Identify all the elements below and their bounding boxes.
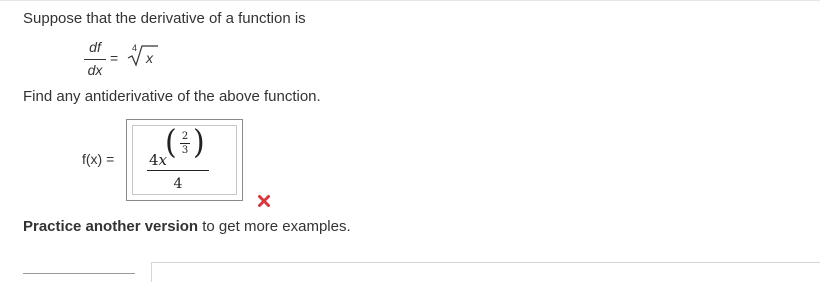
function-name: f(x) [82,151,103,167]
equals-sign: = [110,50,119,66]
exponent-numerator: 2 [181,131,189,142]
answer-fraction-bar [147,170,209,171]
exponent-fraction-bar [180,143,190,144]
radical-argument: x [146,50,153,66]
bottom-button-edge [23,273,135,274]
top-divider [0,0,820,1]
bottom-panel-edge [151,262,820,282]
fraction-bar [84,59,106,60]
answer-label: f(x) = [82,151,114,167]
radical-index: 4 [132,43,138,53]
practice-suffix-text: to get more examples. [198,218,351,235]
incorrect-x-icon [258,195,270,207]
exponent-left-paren: ( [165,123,177,162]
practice-line: Practice another version to get more exa… [23,218,351,236]
exponent-right-paren: ) [193,123,205,162]
derivative-denominator: dx [87,62,103,78]
derivative-numerator: df [89,39,101,55]
answer-coefficient: 4 [149,151,159,169]
answer-math-field[interactable]: 4x ( 2 3 ) 4 [132,125,237,195]
practice-another-version-link[interactable]: Practice another version [23,218,198,235]
radical-sign-icon [127,45,158,67]
answer-input-box[interactable]: 4x ( 2 3 ) 4 [126,119,243,201]
answer-equals-sign: = [106,151,115,167]
exponent-denominator: 3 [181,145,189,156]
answer-denominator: 4 [173,176,183,192]
question-prompt: Suppose that the derivative of a functio… [23,10,306,27]
derivative-expression: df dx = 4 x [84,38,204,84]
fourth-root: 4 x [124,43,160,68]
instruction-text: Find any antiderivative of the above fun… [23,88,321,105]
